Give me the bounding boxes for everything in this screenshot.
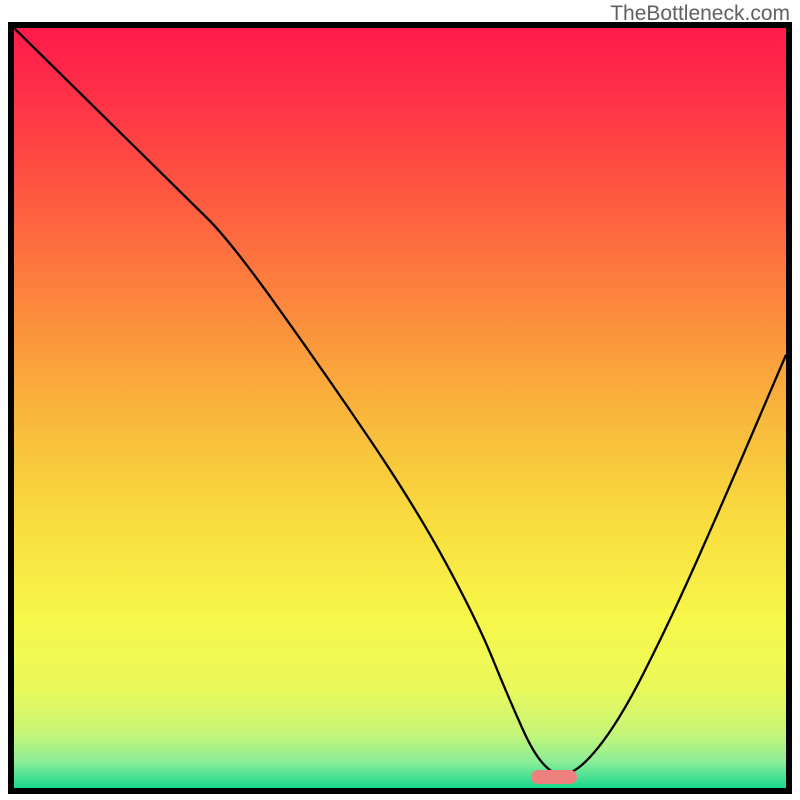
plot-frame <box>14 28 786 788</box>
optimal-point-marker <box>531 770 577 784</box>
curve-line <box>14 28 786 788</box>
attribution-text: TheBottleneck.com <box>610 2 790 26</box>
chart-wrapper: TheBottleneck.com <box>0 0 800 800</box>
